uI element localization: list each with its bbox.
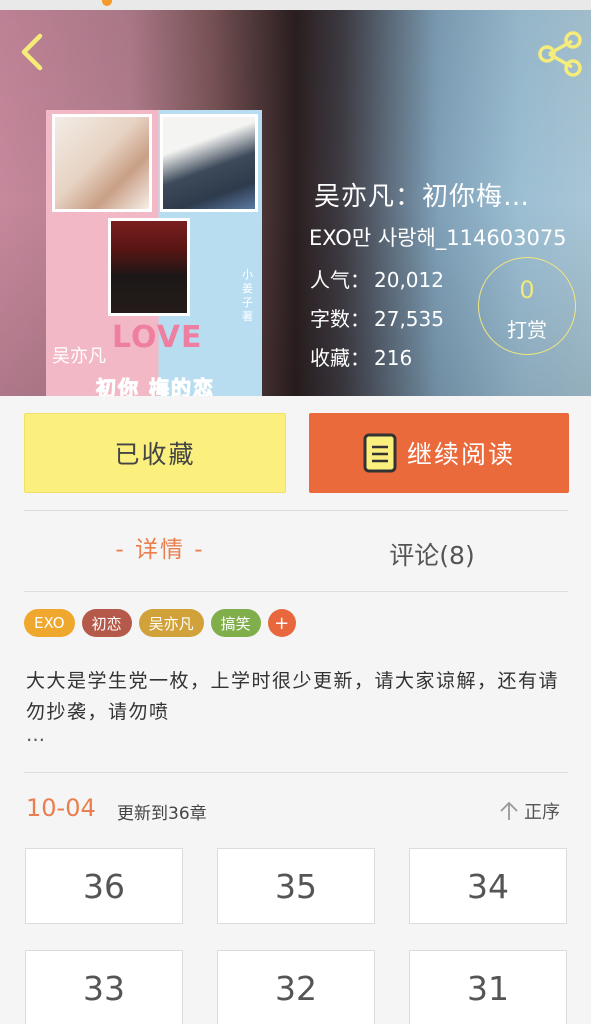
stat-value: 216 xyxy=(374,346,413,370)
chapter-button[interactable]: 36 xyxy=(25,848,183,924)
stat-label: 收藏： xyxy=(310,346,370,370)
status-bar xyxy=(0,0,591,10)
cover-photo xyxy=(108,218,190,316)
chapter-button[interactable]: 31 xyxy=(409,950,567,1024)
cover-subtitle: 初你 梅的恋 xyxy=(96,376,215,397)
book-header: LOVE 吴亦凡 初你 梅的恋 小姜子著 吴亦凡：初你梅… EXO만 사랑해_1… xyxy=(0,10,591,396)
update-date: 10-04 xyxy=(26,794,96,822)
tag-first-love[interactable]: 初恋 xyxy=(81,609,132,637)
continue-reading-button[interactable]: 继续阅读 xyxy=(309,413,569,493)
tip-label: 打赏 xyxy=(507,318,547,342)
sort-order-label: 正序 xyxy=(524,802,560,823)
add-tag-button[interactable]: + xyxy=(267,609,296,637)
book-description: 大大是学生党一枚，上学时很少更新，请大家谅解，还有请勿抄袭，请勿喷 xyxy=(26,670,560,723)
collected-button[interactable]: 已收藏 xyxy=(24,413,286,493)
cover-photo xyxy=(52,114,152,212)
tag-exo[interactable]: EXO xyxy=(24,609,75,637)
stat-popularity: 人气： 20,012 xyxy=(310,264,444,293)
tip-button[interactable]: 0 打赏 xyxy=(478,257,576,355)
back-button[interactable] xyxy=(14,30,50,74)
book-icon xyxy=(363,433,397,473)
tag-kris-wu[interactable]: 吴亦凡 xyxy=(138,609,204,637)
tag-funny[interactable]: 搞笑 xyxy=(210,609,261,637)
divider xyxy=(24,591,568,592)
tag-list: EXO 初恋 吴亦凡 搞笑 + xyxy=(24,609,296,637)
divider xyxy=(24,772,568,773)
book-cover[interactable]: LOVE 吴亦凡 初你 梅的恋 小姜子著 xyxy=(46,110,262,396)
description-expand[interactable]: … xyxy=(26,724,45,746)
share-button[interactable] xyxy=(536,30,584,78)
chapter-button[interactable]: 32 xyxy=(217,950,375,1024)
stat-value: 20,012 xyxy=(374,268,444,292)
stat-value: 27,535 xyxy=(374,307,444,331)
chevron-left-icon xyxy=(21,33,43,71)
tab-details[interactable]: - 详情 - xyxy=(24,530,296,564)
tab-comments[interactable]: 评论(8) xyxy=(296,536,568,572)
author-name[interactable]: EXO만 사랑해_114603075 xyxy=(309,222,567,252)
book-title: 吴亦凡：初你梅… xyxy=(314,182,531,212)
stat-word-count: 字数： 27,535 xyxy=(310,303,444,332)
continue-reading-label: 继续阅读 xyxy=(406,440,515,469)
sort-order-button[interactable]: 正序 xyxy=(498,798,560,824)
chapter-button[interactable]: 35 xyxy=(217,848,375,924)
update-status: 更新到36章 xyxy=(117,804,207,824)
chapter-button[interactable]: 34 xyxy=(409,848,567,924)
arrow-up-icon xyxy=(500,801,518,820)
cover-title: 吴亦凡 xyxy=(52,346,106,367)
share-icon xyxy=(538,31,582,77)
divider xyxy=(24,510,568,511)
cover-love-text: LOVE xyxy=(112,320,203,355)
stat-label: 字数： xyxy=(310,307,370,331)
chapter-button[interactable]: 33 xyxy=(25,950,183,1024)
cover-photo xyxy=(160,114,258,212)
tip-count: 0 xyxy=(519,276,535,304)
stat-label: 人气： xyxy=(310,268,370,292)
cover-author-text: 小姜子著 xyxy=(242,268,253,323)
notification-dot xyxy=(102,0,112,6)
stat-favorites: 收藏： 216 xyxy=(310,342,412,371)
